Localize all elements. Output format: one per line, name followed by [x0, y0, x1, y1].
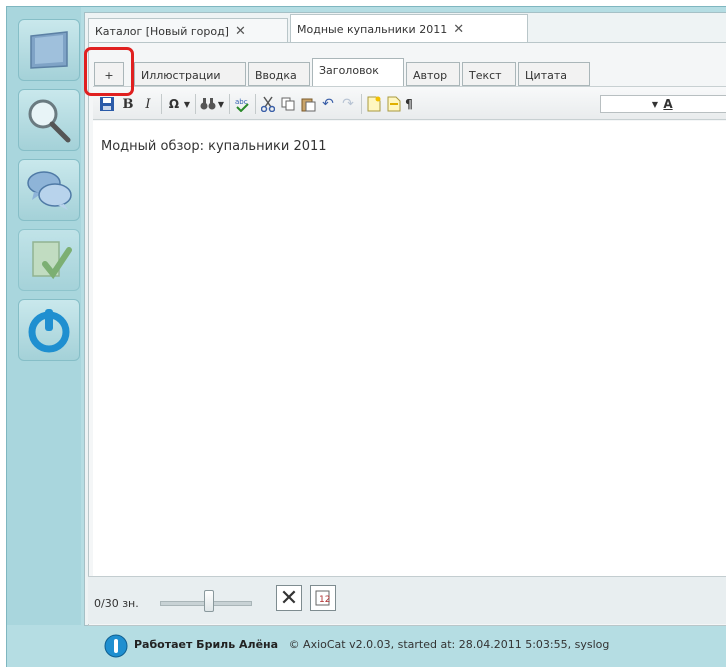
editor-footer: 0/30 зн. ✕ 12 — [88, 576, 726, 624]
toolbar-separator — [161, 94, 162, 114]
close-icon[interactable]: ✕ — [453, 22, 464, 37]
text-editor[interactable]: Модный обзор: купальники 2011 — [93, 121, 726, 576]
sidebar-power-button[interactable] — [18, 299, 80, 361]
close-icon[interactable]: ✕ — [235, 24, 246, 39]
scissors-icon — [261, 96, 275, 112]
template-button[interactable] — [385, 95, 403, 113]
toolbar-separator — [229, 94, 230, 114]
spellcheck-icon: abc — [235, 98, 249, 112]
redo-icon[interactable]: ↷ — [339, 95, 357, 113]
cut-button[interactable] — [259, 95, 277, 113]
status-bar: Работает Бриль Алёна © AxioCat v2.0.03, … — [84, 626, 726, 666]
new-page-icon — [367, 96, 381, 112]
check-document-icon — [32, 241, 72, 280]
tab-illustrations[interactable]: Иллюстрации — [134, 62, 246, 86]
copy-button[interactable] — [279, 95, 297, 113]
chat-icon — [27, 171, 72, 210]
paste-icon — [301, 98, 316, 112]
sidebar-catalog-button[interactable] — [18, 19, 80, 81]
sidebar — [7, 7, 81, 625]
status-user: Работает Бриль Алёна — [134, 638, 279, 651]
chevron-down-icon[interactable]: ▼ — [216, 95, 226, 113]
tab-swimsuits-label: Модные купальники 2011 — [297, 23, 448, 36]
tab-catalog-label: Каталог [Новый город] — [95, 25, 229, 38]
toolbar-separator — [255, 94, 256, 114]
tab-quote[interactable]: Цитата — [518, 62, 590, 86]
binoculars-icon — [200, 98, 216, 110]
power-icon — [28, 309, 70, 353]
italic-button[interactable]: I — [139, 95, 157, 113]
save-button[interactable] — [98, 95, 116, 113]
zoom-slider-thumb[interactable] — [204, 590, 214, 612]
svg-text:12: 12 — [319, 595, 330, 605]
tab-lead[interactable]: Вводка — [248, 62, 310, 86]
pilcrow-button[interactable]: ¶ — [403, 95, 415, 113]
status-text: Работает Бриль Алёна © AxioCat v2.0.03, … — [134, 638, 609, 651]
tab-title[interactable]: Заголовок — [312, 58, 404, 87]
template-icon — [387, 96, 401, 112]
tab-author[interactable]: Автор — [406, 62, 460, 86]
tab-text[interactable]: Текст — [462, 62, 516, 86]
font-color-button[interactable]: A — [661, 95, 675, 113]
new-document-button[interactable] — [365, 95, 383, 113]
chevron-down-icon[interactable]: ▼ — [182, 95, 192, 113]
special-char-button[interactable]: Ω — [165, 95, 183, 113]
sidebar-chat-button[interactable] — [18, 159, 80, 221]
editor-content[interactable]: Модный обзор: купальники 2011 — [101, 139, 327, 154]
bold-button[interactable]: B — [119, 95, 137, 113]
folder-icon — [30, 31, 68, 69]
info-icon — [104, 634, 128, 658]
app-window: Каталог [Новый город] ✕ Модные купальники… — [0, 0, 726, 667]
copy-icon — [281, 97, 295, 111]
search-icon — [28, 99, 71, 143]
chevron-down-icon[interactable]: ▼ — [650, 95, 660, 113]
toolbar-separator — [361, 94, 362, 114]
clear-button[interactable]: ✕ — [276, 585, 302, 611]
save-icon — [100, 97, 114, 111]
sidebar-search-button[interactable] — [18, 89, 80, 151]
find-button[interactable] — [199, 95, 217, 113]
char-counter: 0/30 зн. — [94, 597, 139, 610]
tab-swimsuits[interactable]: Модные купальники 2011 ✕ — [290, 14, 528, 43]
editor-toolbar: B I Ω ▼ ▼ abc ↶ ↷ ¶ ▼ A — [93, 86, 726, 120]
add-field-button[interactable]: + — [94, 62, 124, 86]
status-info: © AxioCat v2.0.03, started at: 28.04.201… — [288, 638, 610, 651]
counter-icon: 12 — [315, 590, 330, 606]
paste-button[interactable] — [299, 95, 317, 113]
tab-catalog[interactable]: Каталог [Новый город] ✕ — [88, 18, 288, 42]
spellcheck-button[interactable]: abc — [233, 95, 251, 113]
toolbar-separator — [195, 94, 196, 114]
sidebar-approve-button[interactable] — [18, 229, 80, 291]
count-button[interactable]: 12 — [310, 585, 336, 611]
undo-icon[interactable]: ↶ — [319, 95, 337, 113]
